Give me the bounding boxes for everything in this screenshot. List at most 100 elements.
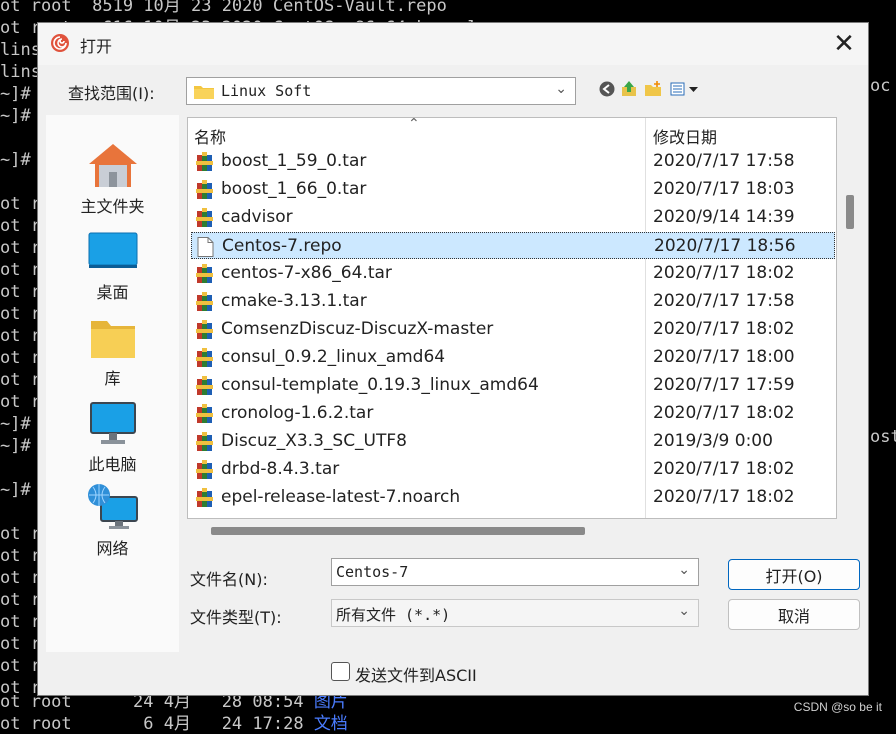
file-list-header: 名称 ⌃ 修改日期 bbox=[188, 117, 836, 518]
file-row[interactable]: cronolog-1.6.2.tar 2020/7/17 18:02 bbox=[191, 400, 835, 427]
file-row[interactable]: drbd-8.4.3.tar 2020/7/17 18:02 bbox=[191, 456, 835, 483]
vertical-scrollbar[interactable] bbox=[843, 117, 857, 519]
terminal-line: ot r bbox=[0, 348, 41, 368]
place-computer[interactable]: 此电脑 bbox=[46, 399, 179, 475]
file-list[interactable]: 名称 ⌃ 修改日期 boost_1_59_0.tar 2020/7/17 17:5… bbox=[187, 117, 837, 519]
file-name: consul-template_0.19.3_linux_amd64 bbox=[221, 375, 539, 395]
file-name: drbd-8.4.3.tar bbox=[221, 459, 340, 479]
filename-value: Centos-7 bbox=[336, 563, 409, 581]
send-ascii-label[interactable]: 发送文件到ASCII bbox=[355, 662, 477, 686]
terminal-line: ~]# bbox=[0, 480, 31, 500]
terminal-line-text: ot root 6 4月 24 17:28 bbox=[0, 714, 314, 734]
file-row[interactable]: cadvisor 2020/9/14 14:39 bbox=[191, 204, 835, 231]
archive-icon bbox=[196, 320, 213, 340]
close-button[interactable]: ✕ bbox=[820, 23, 868, 65]
archive-icon bbox=[196, 180, 213, 200]
terminal-line: ot r bbox=[0, 194, 41, 214]
filetype-select[interactable]: 所有文件 (*.*) ⌄ bbox=[331, 599, 699, 627]
place-label: 库 bbox=[104, 369, 121, 388]
chevron-down-icon: ⌄ bbox=[678, 603, 690, 619]
file-row[interactable]: epel-release-latest-7.noarch 2020/7/17 18… bbox=[191, 484, 835, 511]
terminal-fragment: oc bbox=[870, 76, 891, 96]
archive-icon bbox=[196, 432, 213, 452]
file-modified-date: 2020/7/17 18:02 bbox=[653, 403, 795, 423]
network-icon bbox=[85, 483, 141, 533]
terminal-line: ot r bbox=[0, 656, 41, 676]
file-modified-date: 2020/7/17 18:00 bbox=[653, 347, 795, 367]
file-row[interactable]: consul-template_0.19.3_linux_amd64 2020/7… bbox=[191, 372, 835, 399]
terminal-directory-name: 文档 bbox=[313, 714, 348, 734]
up-folder-icon bbox=[622, 81, 636, 96]
terminal-line: ot r bbox=[0, 238, 41, 258]
archive-icon bbox=[196, 264, 213, 284]
file-row[interactable]: ComsenzDiscuz-DiscuzX-master 2020/7/17 18… bbox=[191, 316, 835, 343]
cancel-button[interactable]: 取消 bbox=[728, 599, 860, 630]
new-folder-icon bbox=[645, 81, 661, 96]
file-row[interactable]: consul_0.9.2_linux_amd64 2020/7/17 18:00 bbox=[191, 344, 835, 371]
new-folder-button[interactable] bbox=[642, 78, 664, 100]
file-name: boost_1_66_0.tar bbox=[221, 179, 367, 199]
place-label: 此电脑 bbox=[88, 455, 137, 474]
file-row[interactable]: Discuz_X3.3_SC_UTF8 2019/3/9 0:00 bbox=[191, 428, 835, 455]
column-header-name[interactable]: 名称 bbox=[194, 124, 226, 148]
horizontal-scrollbar[interactable] bbox=[187, 523, 837, 537]
send-ascii-checkbox[interactable] bbox=[331, 662, 350, 681]
filename-input[interactable]: Centos-7 ⌄ bbox=[331, 558, 699, 586]
file-row[interactable]: boost_1_66_0.tar 2020/7/17 18:03 bbox=[191, 176, 835, 203]
terminal-line: ot r bbox=[0, 370, 41, 390]
file-modified-date: 2020/7/17 17:58 bbox=[653, 291, 795, 311]
horizontal-scroll-thumb[interactable] bbox=[211, 527, 585, 535]
file-row[interactable]: boost_1_59_0.tar 2020/7/17 17:58 bbox=[191, 148, 835, 175]
terminal-line: ot r bbox=[0, 326, 41, 346]
places-bar: 主文件夹桌面库此电脑网络 bbox=[46, 115, 179, 652]
file-modified-date: 2019/3/9 0:00 bbox=[653, 431, 773, 451]
archive-icon bbox=[196, 488, 213, 508]
file-row[interactable]: cmake-3.13.1.tar 2020/7/17 17:58 bbox=[191, 288, 835, 315]
place-network[interactable]: 网络 bbox=[46, 483, 179, 559]
library-folder-icon bbox=[85, 313, 141, 363]
back-button[interactable] bbox=[596, 78, 618, 100]
sort-ascending-icon: ⌃ bbox=[408, 117, 420, 132]
terminal-line: ot r bbox=[0, 282, 41, 302]
open-file-dialog: 打开 ✕ 查找范围(I): Linux Soft ⌄ 主文件夹 桌面 库 此电脑… bbox=[37, 22, 869, 696]
look-in-value: Linux Soft bbox=[221, 82, 312, 100]
place-desktop[interactable]: 桌面 bbox=[46, 227, 179, 303]
computer-icon bbox=[85, 399, 141, 449]
place-library-folder[interactable]: 库 bbox=[46, 313, 179, 389]
file-modified-date: 2020/7/17 18:02 bbox=[653, 487, 795, 507]
chevron-down-icon[interactable]: ⌄ bbox=[678, 562, 690, 578]
terminal-line: ot r bbox=[0, 304, 41, 324]
terminal-line: ot r bbox=[0, 568, 41, 588]
terminal-line: ot r bbox=[0, 524, 41, 544]
terminal-line: ~]# bbox=[0, 84, 31, 104]
look-in-label: 查找范围(I): bbox=[68, 84, 155, 103]
watermark: CSDN @so be it bbox=[793, 700, 882, 714]
document-icon bbox=[197, 237, 214, 257]
terminal-line: ot r bbox=[0, 634, 41, 654]
terminal-line: ot r bbox=[0, 546, 41, 566]
terminal-line: ~]# bbox=[0, 436, 31, 456]
open-button[interactable]: 打开(O) bbox=[728, 559, 860, 590]
archive-icon bbox=[196, 376, 213, 396]
column-header-modified[interactable]: 修改日期 bbox=[653, 124, 717, 148]
home-icon bbox=[85, 141, 141, 191]
up-folder-button[interactable] bbox=[618, 78, 640, 100]
terminal-line: ~]# bbox=[0, 414, 31, 434]
archive-icon bbox=[196, 152, 213, 172]
file-modified-date: 2020/9/14 14:39 bbox=[653, 207, 795, 227]
view-menu-button[interactable] bbox=[668, 78, 702, 100]
place-home[interactable]: 主文件夹 bbox=[46, 141, 179, 217]
look-in-combo[interactable]: Linux Soft ⌄ bbox=[186, 77, 576, 105]
filetype-label: 文件类型(T): bbox=[190, 608, 282, 627]
app-swirl-icon bbox=[51, 34, 69, 52]
title-bar[interactable]: 打开 ✕ bbox=[38, 23, 868, 65]
archive-icon bbox=[196, 460, 213, 480]
file-row[interactable]: centos-7-x86_64.tar 2020/7/17 18:02 bbox=[191, 260, 835, 287]
filetype-value: 所有文件 (*.*) bbox=[336, 606, 451, 624]
vertical-scroll-thumb[interactable] bbox=[846, 195, 854, 229]
desktop-icon bbox=[85, 227, 141, 277]
terminal-line: ot r bbox=[0, 590, 41, 610]
file-row[interactable]: Centos-7.repo 2020/7/17 18:56 bbox=[191, 232, 835, 259]
file-name: ComsenzDiscuz-DiscuzX-master bbox=[221, 319, 494, 339]
place-label: 网络 bbox=[96, 539, 129, 558]
